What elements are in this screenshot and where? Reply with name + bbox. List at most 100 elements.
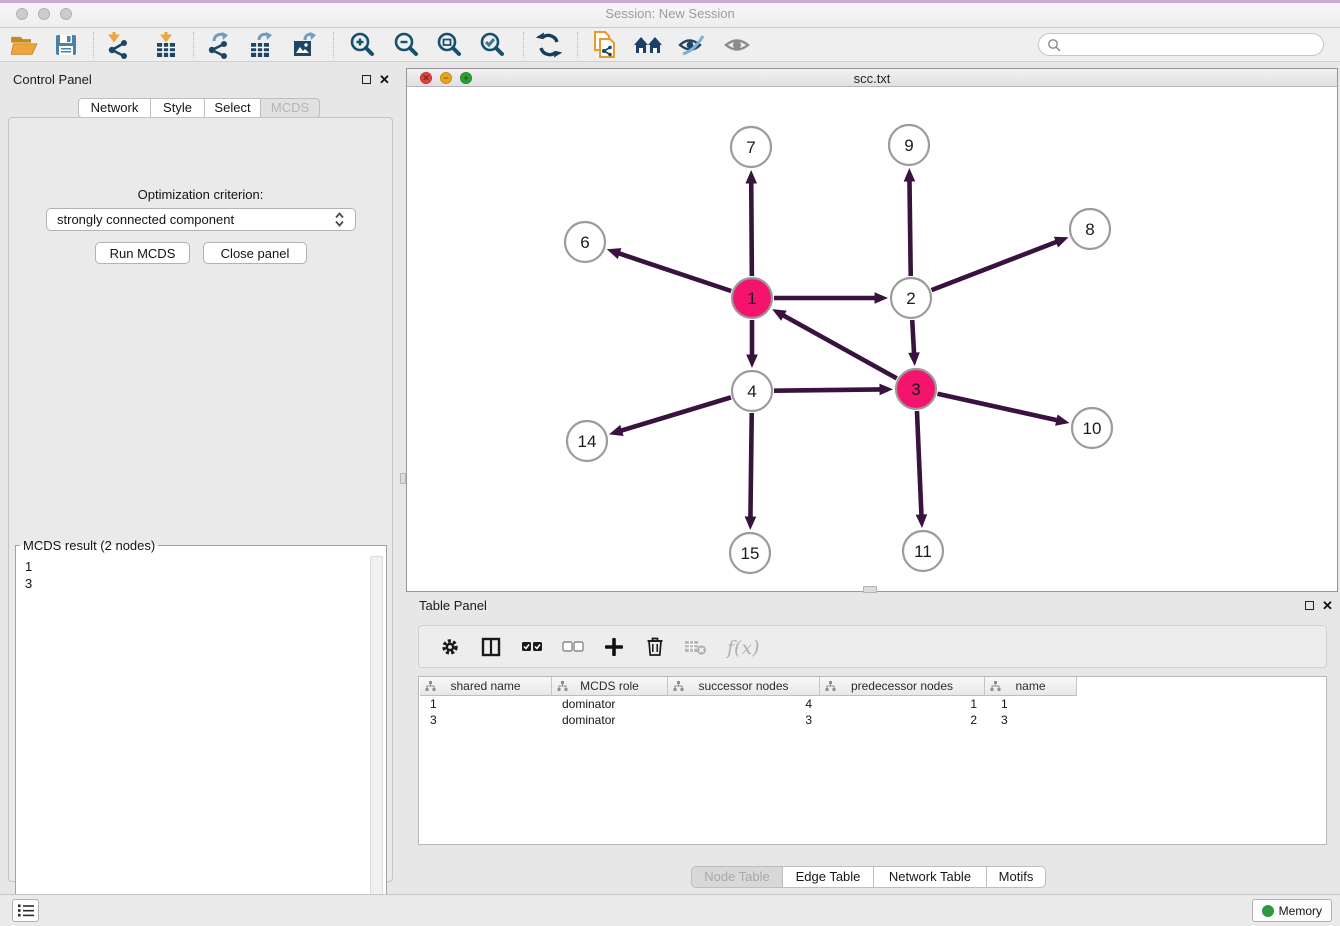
cell-predecessor-nodes[interactable]: 1 (820, 696, 985, 712)
deselect-all-button[interactable] (560, 632, 586, 662)
import-network-button[interactable] (100, 30, 136, 60)
settings-button[interactable] (437, 632, 463, 662)
cell-successor-nodes[interactable]: 3 (668, 712, 820, 728)
tab-mcds[interactable]: MCDS (260, 98, 320, 118)
float-table-panel-icon[interactable] (1303, 599, 1316, 612)
save-session-button[interactable] (48, 30, 84, 60)
mcds-result-lines: 13 (25, 558, 32, 592)
graph-edge-4-15[interactable] (745, 413, 757, 530)
cell-shared-name[interactable]: 1 (420, 696, 552, 712)
delete-column-button[interactable] (642, 632, 668, 662)
column-header-mcds-role[interactable]: MCDS role (552, 677, 668, 696)
graph-edge-1-2[interactable] (774, 292, 888, 304)
open-session-icon (10, 33, 38, 57)
export-network-button[interactable] (200, 30, 236, 60)
cell-name[interactable]: 3 (985, 712, 1077, 728)
node-table[interactable]: shared nameMCDS rolesuccessor nodesprede… (418, 676, 1327, 845)
search-input[interactable] (1061, 36, 1323, 54)
zoom-in-button[interactable] (344, 30, 380, 60)
memory-button[interactable]: Memory (1252, 899, 1332, 922)
table-tabs: Node TableEdge TableNetwork TableMotifs (692, 866, 1046, 888)
function-icon: f(x) (725, 634, 763, 660)
graph-edge-1-6[interactable] (607, 248, 731, 291)
table-row[interactable]: 3dominator323 (420, 712, 1325, 728)
graph-node-2[interactable]: 2 (891, 278, 931, 318)
apply-function-button[interactable]: f(x) (724, 632, 764, 662)
run-mcds-button[interactable]: Run MCDS (95, 242, 190, 264)
add-column-button[interactable] (601, 632, 627, 662)
cell-name[interactable]: 1 (985, 696, 1077, 712)
tab-node-table[interactable]: Node Table (691, 866, 783, 888)
mcds-result-box: 13 (17, 554, 385, 912)
column-header-predecessor-nodes[interactable]: predecessor nodes (820, 677, 985, 696)
columns-icon (481, 637, 501, 657)
node-label: 7 (746, 138, 755, 157)
zoom-selected-button[interactable] (474, 30, 510, 60)
show-all-button[interactable] (719, 30, 755, 60)
horizontal-splitter-handle[interactable] (863, 586, 877, 593)
graph-edge-3-11[interactable] (916, 411, 928, 528)
graph-edge-4-3[interactable] (774, 384, 893, 396)
select-all-button[interactable] (519, 632, 545, 662)
export-table-button[interactable] (243, 30, 279, 60)
show-columns-button[interactable] (478, 632, 504, 662)
optimization-dropdown[interactable]: strongly connected component (46, 208, 356, 231)
graph-node-14[interactable]: 14 (567, 421, 607, 461)
tab-style[interactable]: Style (150, 98, 205, 118)
mcds-result-title: MCDS result (2 nodes) (20, 538, 158, 553)
graph-edge-2-8[interactable] (932, 237, 1069, 290)
result-scrollbar[interactable] (370, 556, 383, 910)
close-table-panel-icon[interactable]: ✕ (1321, 599, 1334, 612)
graph-node-8[interactable]: 8 (1070, 209, 1110, 249)
graph-node-6[interactable]: 6 (565, 222, 605, 262)
graph-edge-2-9[interactable] (904, 168, 916, 276)
column-header-successor-nodes[interactable]: successor nodes (668, 677, 820, 696)
graph-node-4[interactable]: 4 (732, 371, 772, 411)
graph-node-3[interactable]: 3 (896, 369, 936, 409)
graph-node-11[interactable]: 11 (903, 531, 943, 571)
float-panel-icon[interactable] (360, 73, 373, 86)
import-table-button[interactable] (148, 30, 184, 60)
close-panel-icon[interactable]: ✕ (378, 73, 391, 86)
first-neighbors-button[interactable] (630, 30, 666, 60)
close-panel-button[interactable]: Close panel (203, 242, 307, 264)
graph-node-7[interactable]: 7 (731, 127, 771, 167)
cell-shared-name[interactable]: 3 (420, 712, 552, 728)
cell-mcds-role[interactable]: dominator (552, 696, 668, 712)
table-row[interactable]: 1dominator411 (420, 696, 1325, 712)
graph-node-1[interactable]: 1 (732, 278, 772, 318)
graph-node-15[interactable]: 15 (730, 533, 770, 573)
network-from-selection-button[interactable] (587, 30, 623, 60)
graph-edge-4-14[interactable] (609, 397, 731, 436)
hide-selection-button[interactable] (674, 30, 710, 60)
cell-predecessor-nodes[interactable]: 2 (820, 712, 985, 728)
network-canvas[interactable]: 1 2 3 4 6 7 8 9 10 11 14 15 (407, 87, 1337, 591)
table-toolbar: f(x) (418, 625, 1327, 668)
tab-network-table[interactable]: Network Table (873, 866, 987, 888)
graph-edge-1-4[interactable] (746, 320, 758, 368)
graph-node-10[interactable]: 10 (1072, 408, 1112, 448)
open-session-button[interactable] (6, 30, 42, 60)
tab-motifs[interactable]: Motifs (986, 866, 1046, 888)
tab-network[interactable]: Network (78, 98, 151, 118)
graph-edge-3-1[interactable] (772, 309, 897, 378)
tab-edge-table[interactable]: Edge Table (782, 866, 874, 888)
node-label: 4 (747, 382, 756, 401)
apply-layout-button[interactable] (531, 30, 567, 60)
graph-node-9[interactable]: 9 (889, 125, 929, 165)
tab-select[interactable]: Select (204, 98, 261, 118)
column-header-name[interactable]: name (985, 677, 1077, 696)
node-label: 11 (914, 542, 932, 561)
zoom-out-button[interactable] (388, 30, 424, 60)
cell-successor-nodes[interactable]: 4 (668, 696, 820, 712)
cell-mcds-role[interactable]: dominator (552, 712, 668, 728)
graph-edge-1-7[interactable] (745, 170, 757, 276)
network-window-titlebar: ✕ − + scc.txt (407, 69, 1337, 87)
graph-edge-3-10[interactable] (937, 394, 1069, 426)
delete-table-button[interactable] (683, 632, 709, 662)
graph-edge-2-3[interactable] (908, 320, 920, 366)
zoom-fit-button[interactable] (431, 30, 467, 60)
export-image-button[interactable] (287, 30, 323, 60)
column-header-shared-name[interactable]: shared name (420, 677, 552, 696)
show-log-button[interactable] (12, 899, 39, 922)
